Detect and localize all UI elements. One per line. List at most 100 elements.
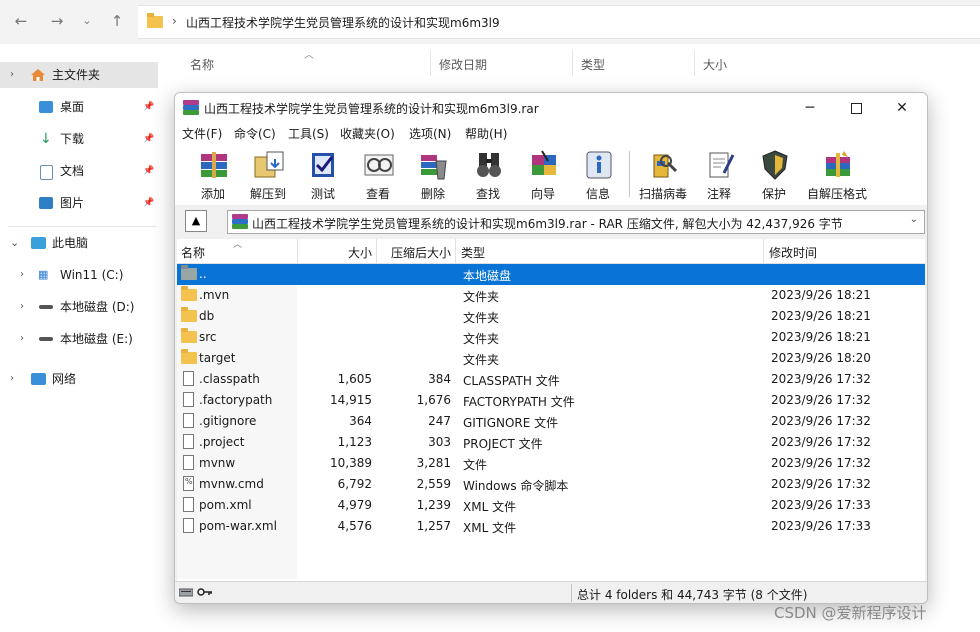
add-archive-icon — [201, 152, 227, 178]
file-packed-size: 303 — [428, 435, 451, 449]
address-path: 山西工程技术学院学生党员管理系统的设计和实现m6m3l9 — [186, 16, 500, 30]
address-bar[interactable]: › 山西工程技术学院学生党员管理系统的设计和实现m6m3l9 — [138, 5, 980, 39]
column-size[interactable]: 大小 — [703, 56, 727, 73]
archive-path: 山西工程技术学院学生党员管理系统的设计和实现m6m3l9.rar - RAR 压… — [252, 217, 843, 231]
sidebar-item-label: 文档 — [60, 164, 85, 178]
table-row[interactable]: target 文件夹 2023/9/26 18:20 — [177, 348, 925, 369]
minimize-button[interactable]: ─ — [787, 93, 833, 123]
file-type: Windows 命令脚本 — [463, 479, 569, 493]
wizard-button[interactable]: 向导 — [519, 145, 567, 203]
file-packed-size: 384 — [428, 372, 451, 386]
delete-button[interactable]: 删除 — [409, 145, 457, 203]
file-size: 10,389 — [330, 456, 372, 470]
table-row[interactable]: .project 1,123 303 PROJECT 文件 2023/9/26 17:3… — [177, 432, 925, 453]
chevron-right-icon[interactable]: › — [10, 62, 14, 88]
chevron-down-icon[interactable]: ⌄ — [910, 214, 918, 225]
sidebar-item-home[interactable]: › 主文件夹 — [0, 62, 158, 88]
virus-scan-icon — [653, 154, 678, 178]
menu-file[interactable]: 文件(F) — [182, 125, 222, 142]
protect-button[interactable]: 保护 — [750, 145, 798, 203]
picture-icon — [39, 197, 53, 209]
column-modified[interactable]: 修改日期 — [439, 56, 487, 73]
chevron-right-icon[interactable]: › — [10, 366, 14, 392]
column-modified[interactable]: 修改时间 — [769, 244, 817, 261]
file-modified: 2023/9/26 18:20 — [771, 351, 871, 365]
column-type[interactable]: 类型 — [581, 56, 605, 73]
maximize-icon — [850, 102, 862, 114]
view-button[interactable]: 查看 — [354, 145, 402, 203]
file-type: 文件夹 — [463, 311, 500, 325]
chevron-down-icon[interactable]: ⌄ — [76, 10, 98, 32]
table-row[interactable]: db 文件夹 2023/9/26 18:21 — [177, 306, 925, 327]
up-arrow-icon[interactable]: ↑ — [106, 10, 128, 32]
column-size[interactable]: 大小 — [298, 244, 372, 261]
sidebar-item-label: 桌面 — [60, 100, 85, 114]
table-row[interactable]: .mvn 文件夹 2023/9/26 18:21 — [177, 285, 925, 306]
column-separator — [430, 50, 431, 76]
drive-icon[interactable] — [179, 587, 193, 597]
virus-scan-button[interactable]: 扫描病毒 — [639, 145, 687, 203]
chevron-right-icon[interactable]: › — [20, 262, 24, 288]
sort-ascending-icon: ︿ — [304, 50, 314, 61]
file-list[interactable]: 名称 ︿ 大小 压缩后大小 类型 修改时间 .. 本地磁盘 .mvn 文件夹 2023/… — [177, 239, 925, 579]
file-name: .project — [199, 435, 245, 449]
find-button[interactable]: 查找 — [464, 145, 512, 203]
column-packed-size[interactable]: 压缩后大小 — [376, 244, 451, 261]
sfx-icon — [826, 151, 850, 177]
table-row[interactable]: src 文件夹 2023/9/26 18:21 — [177, 327, 925, 348]
explorer-toolbar: ← → ⌄ ↑ › 山西工程技术学院学生党员管理系统的设计和实现m6m3l9 — [0, 0, 980, 44]
extract-to-button[interactable]: 解压到 — [244, 145, 292, 203]
test-icon — [312, 153, 334, 177]
status-summary: 总计 4 folders 和 44,743 字节 (8 个文件) — [577, 588, 808, 602]
maximize-button[interactable] — [833, 93, 879, 123]
table-row[interactable]: .classpath 1,605 384 CLASSPATH 文件 2023/9/26 … — [177, 369, 925, 390]
column-name[interactable]: 名称 — [190, 56, 214, 73]
table-row[interactable]: .. 本地磁盘 — [177, 264, 925, 285]
file-name: target — [199, 351, 236, 365]
chevron-right-icon[interactable]: › — [20, 294, 24, 320]
menu-help[interactable]: 帮助(H) — [465, 125, 507, 142]
column-separator[interactable] — [455, 239, 456, 263]
add-button[interactable]: 添加 — [189, 145, 237, 203]
chevron-right-icon[interactable]: › — [20, 326, 24, 352]
sfx-button[interactable]: 自解压格式 — [807, 145, 867, 203]
up-one-level-button[interactable]: ▲ — [185, 210, 207, 232]
test-button[interactable]: 测试 — [299, 145, 347, 203]
file-name: mvnw.cmd — [199, 477, 264, 491]
close-button[interactable]: ✕ — [879, 93, 925, 123]
menu-favorites[interactable]: 收藏夹(O) — [340, 125, 395, 142]
back-arrow-icon[interactable]: ← — [10, 10, 32, 32]
table-row[interactable]: mvnw.cmd 6,792 2,559 Windows 命令脚本 2023/9/26 … — [177, 474, 925, 495]
forward-arrow-icon[interactable]: → — [46, 10, 68, 32]
comment-button[interactable]: 注释 — [695, 145, 743, 203]
info-button[interactable]: 信息 — [574, 145, 622, 203]
table-row[interactable]: .factorypath 14,915 1,676 FACTORYPATH 文件 202… — [177, 390, 925, 411]
file-modified: 2023/9/26 17:32 — [771, 477, 871, 491]
table-row[interactable]: pom.xml 4,979 1,239 XML 文件 2023/9/26 17:33 — [177, 495, 925, 516]
file-list-header: 名称 ︿ 大小 压缩后大小 类型 修改时间 — [177, 239, 925, 264]
file-size: 4,979 — [337, 498, 372, 512]
key-icon[interactable] — [197, 587, 213, 597]
file-type: FACTORYPATH 文件 — [463, 395, 575, 409]
pin-icon[interactable]: 📌 — [143, 94, 154, 120]
table-row[interactable]: mvnw 10,389 3,281 文件 2023/9/26 17:32 — [177, 453, 925, 474]
menu-tools[interactable]: 工具(S) — [288, 125, 329, 142]
column-separator — [572, 50, 573, 76]
file-name: .. — [199, 267, 207, 281]
pin-icon[interactable]: 📌 — [143, 126, 154, 152]
menu-commands[interactable]: 命令(C) — [234, 125, 276, 142]
table-row[interactable]: pom-war.xml 4,576 1,257 XML 文件 2023/9/26 17:… — [177, 516, 925, 537]
column-type[interactable]: 类型 — [461, 244, 485, 261]
file-size: 6,792 — [337, 477, 372, 491]
table-row[interactable]: .gitignore 364 247 GITIGNORE 文件 2023/9/26 17… — [177, 411, 925, 432]
column-separator[interactable] — [763, 239, 764, 263]
archive-path-dropdown[interactable]: 山西工程技术学院学生党员管理系统的设计和实现m6m3l9.rar - RAR 压… — [227, 210, 925, 234]
pin-icon[interactable]: 📌 — [143, 190, 154, 216]
menu-options[interactable]: 选项(N) — [409, 125, 451, 142]
file-type: 文件 — [463, 458, 488, 472]
column-name[interactable]: 名称 — [181, 244, 205, 261]
pin-icon[interactable]: 📌 — [143, 158, 154, 184]
file-name: .factorypath — [199, 393, 273, 407]
chevron-down-icon[interactable]: ⌄ — [10, 230, 19, 256]
file-type: XML 文件 — [463, 521, 517, 535]
